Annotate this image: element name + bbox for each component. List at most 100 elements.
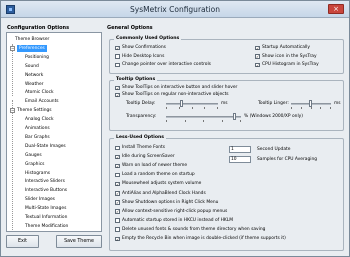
tooltip-linger-unit: ms [334,101,341,106]
save-theme-button[interactable]: Save Theme [56,235,102,248]
tooltip-options-group: Tooltip Options Tooltip Delay: ms Toolti… [109,77,344,131]
tree-category[interactable]: Theme Browser [15,36,49,43]
cpu-samples-input[interactable]: 10 [229,156,251,163]
slider-thumb[interactable] [233,113,237,120]
tree-item[interactable]: Network [25,72,43,79]
option-label: Hide Desktop Icons [122,53,165,59]
slider-tick [191,107,193,109]
configuration-window: SysMetrix Configuration × Configuration … [0,0,350,257]
option-label: Show ToolTips on interactive button and … [122,85,238,90]
common-options-group: Commonly Used Options ✓ Show Confirmation… [109,36,344,74]
tooltip-options-title: Tooltip Options [114,77,158,82]
option-label: Automatic startup stored in HKCU instead… [122,217,234,223]
tree-item[interactable]: Histograms [25,170,50,177]
option-label: Show Confirmations [122,45,166,50]
option-label: Install Theme Fonts [122,145,165,150]
checkbox[interactable]: ✓ [255,62,260,68]
slider-tick [221,120,223,122]
tree-item[interactable]: Weather [25,81,44,88]
tooltip-linger-label: Tooltip Linger: [258,101,289,106]
option-label: Mousewheel adjusts system volume [122,181,202,187]
exit-button[interactable]: Exit [6,235,39,248]
option-label: Load a random theme on startup [122,172,195,178]
checkbox[interactable]: ✓ [255,45,260,50]
slider-tick [291,107,292,109]
update-interval-label: Second Update [257,147,291,152]
less-used-options-title: Less-Used Options [114,135,167,140]
checkbox[interactable]: ✓ [115,85,120,90]
checkbox[interactable]: ✓ [115,45,120,50]
tree-item[interactable]: Multi-State Images [25,205,66,212]
slider-tick [166,107,167,109]
title-bar[interactable]: SysMetrix Configuration × [1,1,349,18]
transparency-slider[interactable] [166,113,241,122]
checkbox[interactable]: ✓ [115,200,120,205]
slider-thumb[interactable] [180,100,184,107]
tooltip-delay-slider[interactable] [166,100,218,109]
tree-guide-line [12,100,13,230]
option-label: Empty the Recycle Bin when image is doub… [122,236,286,241]
transparency-unit: % (Windows 2000/XP only) [244,114,303,119]
option-label: AntiAlias and AlphaBlend Clock Hands [122,190,206,196]
tooltip-delay-unit: ms [221,101,228,106]
slider-thumb[interactable] [309,100,312,107]
less-used-options-group: Less-Used Options 1 Second Update 10 Sam… [109,135,344,251]
tree-item[interactable]: Interactive Sliders [25,178,65,185]
tree-guide-line [12,44,13,96]
slider-tick [320,107,322,109]
checkbox[interactable] [115,227,120,232]
tree-category[interactable]: Preferences [17,44,47,52]
checkbox[interactable]: ✓ [115,92,120,98]
checkbox[interactable]: ✓ [115,191,120,196]
tree-item[interactable]: Theme Modification [25,223,68,230]
general-options-label: General Options [107,25,153,31]
slider-tick [178,107,180,109]
checkbox[interactable]: ✓ [115,154,120,160]
option-label: Show ToolTips on regular non-interactive… [122,92,229,98]
tree-item[interactable]: Sound [25,63,39,70]
tree-item[interactable]: Textual Information [25,214,67,221]
tree-item[interactable]: Dual-State Images [25,143,66,150]
common-options-title: Commonly Used Options [114,36,182,41]
checkbox[interactable]: ✓ [255,54,260,59]
checkbox[interactable]: ✓ [115,209,120,214]
tree-item[interactable]: Analog Clock [25,116,54,123]
tree-item[interactable]: Email Accounts [25,98,59,105]
tree-category[interactable]: Theme Settings [17,107,52,114]
slider-track [166,116,241,118]
slider-track [166,103,218,105]
tooltip-delay-label: Tooltip Delay: [126,101,156,106]
window-title: SysMetrix Configuration [130,5,220,14]
tree-item[interactable]: Animations [25,125,50,132]
tree-item[interactable]: Atomic Clock [25,89,54,96]
tree-item[interactable]: Gauges [25,152,42,159]
option-label: Show icon in the SysTray [262,53,317,59]
option-label: Idle during ScreenSaver [122,154,175,160]
checkbox[interactable] [115,62,120,68]
option-label: Startup Automatically [262,45,310,50]
checkbox[interactable] [115,172,120,178]
checkbox[interactable] [115,145,120,150]
option-label: CPU Histogram in SysTray [262,62,319,68]
checkbox[interactable]: ✓ [115,236,120,241]
tree-item[interactable]: Positioning [25,54,49,61]
tree-item[interactable]: Graphics [25,161,44,168]
slider-tick [166,120,167,122]
tree-expander-icon[interactable]: − [10,108,15,114]
tree-item[interactable]: Bar Graphs [25,134,50,141]
tooltip-linger-slider[interactable] [291,100,331,109]
checkbox[interactable]: ✓ [115,163,120,169]
tree-expander-icon[interactable]: − [10,45,15,51]
tree-item[interactable]: Slider Images [25,196,55,203]
close-button[interactable]: × [328,4,344,14]
options-tree[interactable]: Theme Browser − Preferences Positioning Soun… [6,32,102,232]
tree-item[interactable]: Interactive Buttons [25,187,67,194]
configuration-options-label: Configuration Options [7,25,70,31]
checkbox[interactable] [115,218,120,223]
slider-tick [240,120,241,122]
option-label: Delete unused fonts & sounds from theme … [122,226,266,232]
cpu-samples-label: Samples for CPU Averaging [257,157,318,162]
checkbox[interactable]: ✓ [115,181,120,187]
checkbox[interactable] [115,54,120,59]
update-interval-input[interactable]: 1 [229,146,251,153]
